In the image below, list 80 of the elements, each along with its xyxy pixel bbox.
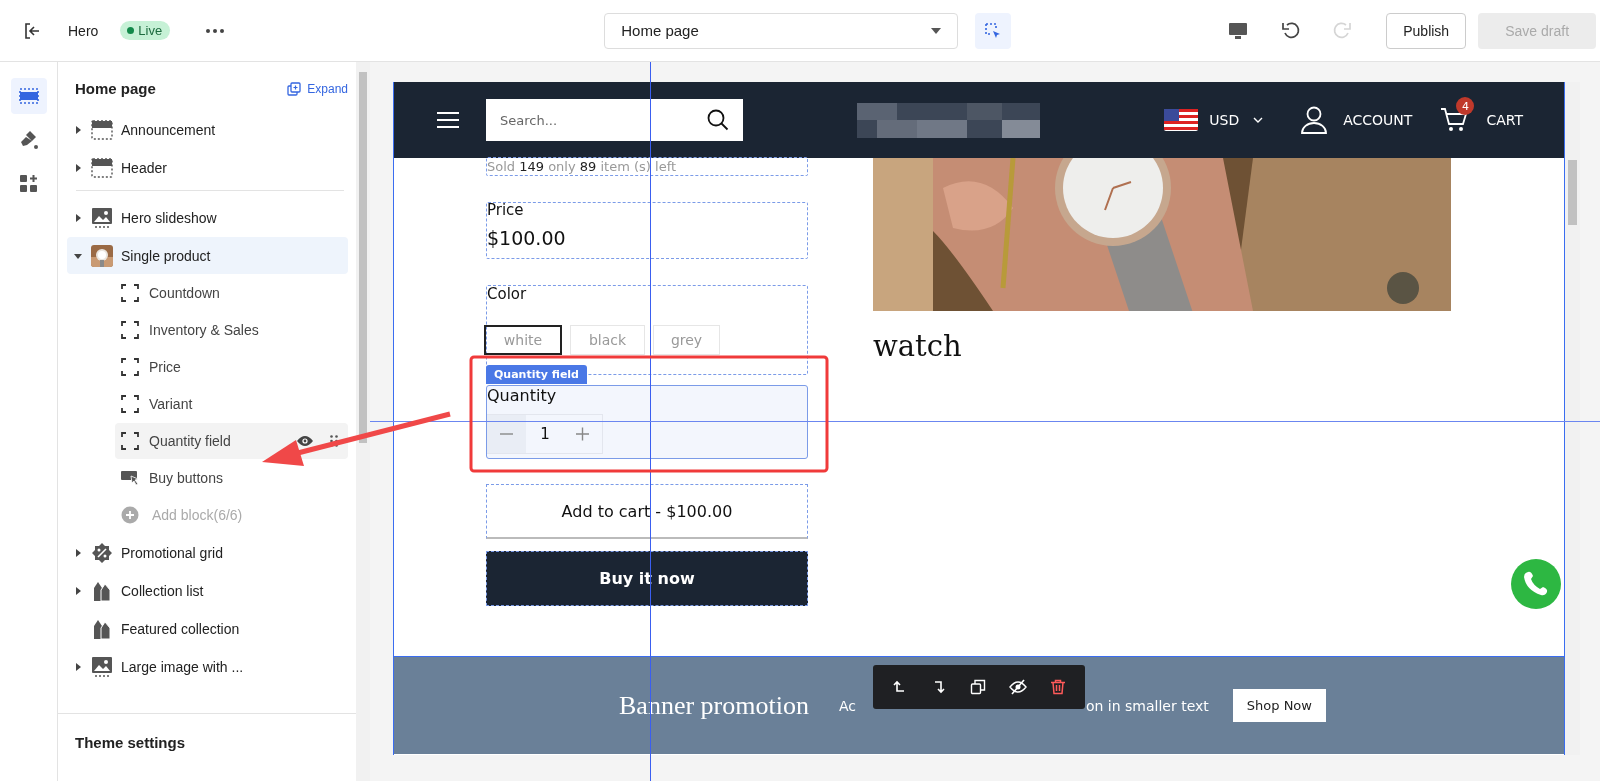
block-icon xyxy=(121,432,139,450)
search-icon[interactable] xyxy=(707,109,729,131)
block-icon xyxy=(121,395,139,413)
hide-icon[interactable] xyxy=(1008,679,1027,695)
section-item[interactable]: Single product xyxy=(67,237,348,274)
page-title: Hero xyxy=(68,22,99,39)
add-to-cart-button[interactable]: Add to cart - $100.00 xyxy=(486,484,808,539)
percent-badge-icon xyxy=(91,541,113,564)
publish-button[interactable]: Publish xyxy=(1386,12,1467,49)
quantity-value: 1 xyxy=(539,424,551,445)
block-item[interactable]: Variant xyxy=(115,386,348,422)
more-icon[interactable] xyxy=(206,28,225,33)
desktop-icon[interactable] xyxy=(1228,21,1249,40)
chevron-down-icon[interactable] xyxy=(1253,117,1264,123)
search-field[interactable]: Search... xyxy=(486,99,743,141)
section-item[interactable]: Collection list xyxy=(67,572,348,609)
block-item[interactable]: Quantity field xyxy=(115,423,348,459)
page-select[interactable]: Home page xyxy=(604,12,959,49)
block-item[interactable]: Price xyxy=(115,349,348,385)
header-layout-icon xyxy=(91,156,113,179)
exit-icon[interactable] xyxy=(23,21,41,40)
account-link[interactable]: ACCOUNT xyxy=(1343,112,1413,128)
caret-icon[interactable] xyxy=(74,251,82,260)
eye-icon[interactable] xyxy=(296,435,314,447)
block-icon xyxy=(121,358,139,376)
price-text: $100.00 xyxy=(487,227,567,249)
caret-icon[interactable] xyxy=(74,213,82,222)
banner-subtitle: on in smaller text xyxy=(1085,697,1209,714)
flag-icon xyxy=(1164,109,1199,131)
caret-icon[interactable] xyxy=(74,163,82,172)
section-item[interactable]: Large image with ... xyxy=(67,648,348,685)
inspect-icon[interactable] xyxy=(975,12,1012,49)
block-icon xyxy=(121,321,139,339)
scrollbar-thumb[interactable] xyxy=(1568,160,1577,225)
currency-selector[interactable]: USD xyxy=(1209,112,1264,128)
banner-subtitle: Ac xyxy=(838,697,856,714)
quantity-label: Quantity xyxy=(487,386,558,405)
scrollbar[interactable] xyxy=(356,62,370,781)
delete-icon[interactable] xyxy=(1049,679,1066,695)
expand-icon[interactable] xyxy=(287,81,302,96)
cursor-button-icon xyxy=(121,469,139,487)
section-item[interactable]: Promotional grid xyxy=(67,534,348,571)
expand-link[interactable]: Expand xyxy=(287,81,348,96)
section-item[interactable]: Announcement xyxy=(67,111,348,148)
header-layout-icon xyxy=(91,118,113,141)
menu-icon[interactable] xyxy=(436,111,460,129)
color-label: Color xyxy=(487,285,528,303)
inventory-text: Sold 149 only 89 item (s) left xyxy=(486,157,808,176)
duplicate-icon[interactable] xyxy=(970,679,986,695)
block-item[interactable]: Countdown xyxy=(115,275,348,311)
caret-icon[interactable] xyxy=(74,586,82,595)
section-item[interactable]: Hero slideshow xyxy=(67,199,348,236)
quantity-stepper[interactable]: 1 xyxy=(487,414,603,454)
add-icon xyxy=(121,506,139,524)
cart-link[interactable]: CART xyxy=(1486,112,1523,128)
sections-icon[interactable] xyxy=(10,78,47,114)
minus-icon[interactable] xyxy=(487,415,526,453)
caret-icon[interactable] xyxy=(74,662,82,671)
price-label: Price xyxy=(487,201,525,219)
phone-chat-icon[interactable] xyxy=(1511,559,1561,609)
cart-count-badge: 4 xyxy=(1456,97,1475,115)
caret-icon[interactable] xyxy=(931,27,942,34)
drag-handle-icon[interactable] xyxy=(330,435,338,447)
block-item[interactable]: Inventory & Sales xyxy=(115,312,348,348)
user-icon[interactable] xyxy=(1301,106,1328,134)
section-item[interactable]: Featured collection xyxy=(67,610,348,647)
scrollbar-thumb[interactable] xyxy=(359,72,367,443)
section-item[interactable]: Header xyxy=(67,149,348,186)
caret-icon[interactable] xyxy=(74,548,82,557)
panel-title: Home page xyxy=(75,80,156,97)
caret-icon[interactable] xyxy=(74,125,82,134)
live-status-badge: Live xyxy=(120,21,171,40)
block-item[interactable]: Buy buttons xyxy=(115,460,348,496)
product-title: watch xyxy=(873,329,963,363)
block-icon xyxy=(121,284,139,302)
block-label-badge: Quantity field xyxy=(486,365,587,384)
theme-settings-item[interactable]: Theme settings xyxy=(58,713,356,781)
shop-now-button[interactable]: Shop Now xyxy=(1232,689,1326,722)
image-icon xyxy=(91,206,113,229)
image-icon xyxy=(91,655,113,678)
